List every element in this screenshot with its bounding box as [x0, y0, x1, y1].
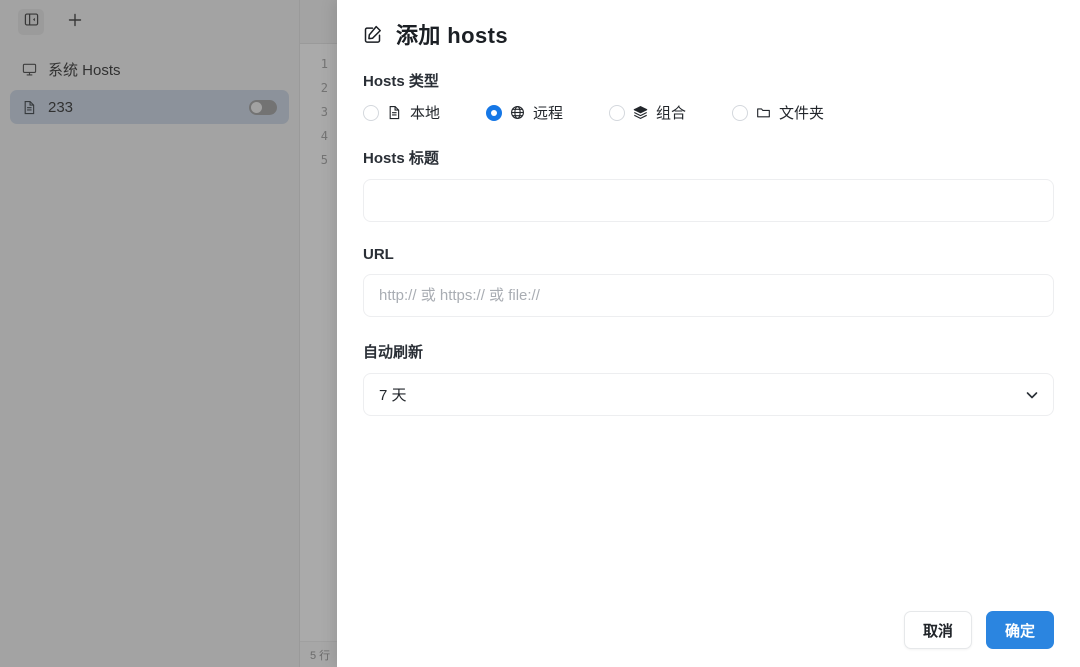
panel-left-icon: [24, 12, 39, 32]
sidebar-toggle-button[interactable]: [18, 9, 44, 35]
add-hosts-dialog: 添加 hosts Hosts 类型 本地 远程 组合 文件夹 Hosts 标题 …: [337, 0, 1080, 667]
toggle-knob: [251, 101, 262, 113]
radio-indicator: [732, 104, 749, 121]
add-hosts-button[interactable]: [62, 9, 88, 35]
radio-option-local[interactable]: 本地: [363, 102, 440, 123]
hosts-enable-toggle[interactable]: [249, 99, 277, 115]
line-number: 2: [320, 81, 328, 95]
radio-indicator: [609, 104, 626, 121]
hosts-title-field: Hosts 标题: [363, 147, 1054, 222]
hosts-title-label: Hosts 标题: [363, 150, 439, 167]
radio-label: 文件夹: [779, 105, 825, 122]
radio-label: 本地: [410, 105, 441, 122]
edit-square-icon: [363, 24, 383, 44]
sidebar-list: 系统 Hosts 233: [0, 44, 299, 667]
radio-option-group[interactable]: 组合: [609, 102, 686, 123]
auto-refresh-selected-value: 7 天: [379, 387, 407, 404]
line-number: 3: [320, 105, 328, 119]
editor-line-numbers: 1 2 3 4 5: [300, 44, 338, 641]
folder-icon: [756, 105, 771, 120]
sidebar-item-label: 系统 Hosts: [48, 61, 121, 79]
radio-option-folder[interactable]: 文件夹: [732, 102, 824, 123]
sidebar-toolbar: [0, 0, 299, 44]
url-input[interactable]: [363, 274, 1054, 317]
url-field: URL: [363, 246, 1054, 317]
auto-refresh-field: 自动刷新 7 天: [363, 341, 1054, 416]
radio-label: 远程: [533, 105, 564, 122]
dialog-title: 添加 hosts: [363, 18, 1054, 50]
line-number: 5: [320, 153, 328, 167]
app-root: 系统 Hosts 233 1 2 3 4 5 5 行 添加 hosts Host…: [0, 0, 1080, 667]
confirm-button[interactable]: 确定: [985, 611, 1054, 649]
file-icon: [387, 105, 402, 120]
line-count-label: 5 行: [310, 649, 331, 662]
file-icon: [22, 100, 37, 115]
line-number: 1: [320, 57, 328, 71]
sidebar-item-label: 233: [48, 98, 74, 116]
dialog-body: Hosts 类型 本地 远程 组合 文件夹 Hosts 标题 URL http:…: [363, 56, 1054, 611]
line-number: 4: [320, 129, 328, 143]
url-label: URL: [363, 246, 394, 263]
sidebar-item-233[interactable]: 233: [10, 90, 289, 124]
radio-label: 组合: [656, 105, 687, 122]
globe-icon: [510, 105, 525, 120]
radio-indicator: [363, 104, 379, 121]
auto-refresh-select-wrap: 7 天: [363, 373, 1054, 416]
hosts-type-radio-group: 本地 远程 组合 文件夹: [363, 102, 1054, 123]
sidebar: 系统 Hosts 233: [0, 0, 300, 667]
auto-refresh-label: 自动刷新: [363, 344, 424, 361]
plus-icon: [67, 12, 83, 33]
monitor-icon: [22, 62, 37, 77]
hosts-type-field: Hosts 类型 本地 远程 组合 文件夹: [363, 70, 1054, 123]
sidebar-item-system-hosts[interactable]: 系统 Hosts: [10, 52, 289, 86]
radio-indicator: [486, 104, 503, 121]
hosts-title-input[interactable]: [363, 179, 1054, 222]
cancel-button[interactable]: 取消: [903, 611, 972, 649]
layers-icon: [633, 105, 648, 120]
hosts-type-label: Hosts 类型: [363, 73, 439, 90]
dialog-footer: 取消 确定: [363, 611, 1054, 667]
auto-refresh-select[interactable]: 7 天: [363, 373, 1054, 416]
dialog-title-text: 添加 hosts: [396, 23, 508, 48]
radio-option-remote[interactable]: 远程: [486, 102, 563, 123]
